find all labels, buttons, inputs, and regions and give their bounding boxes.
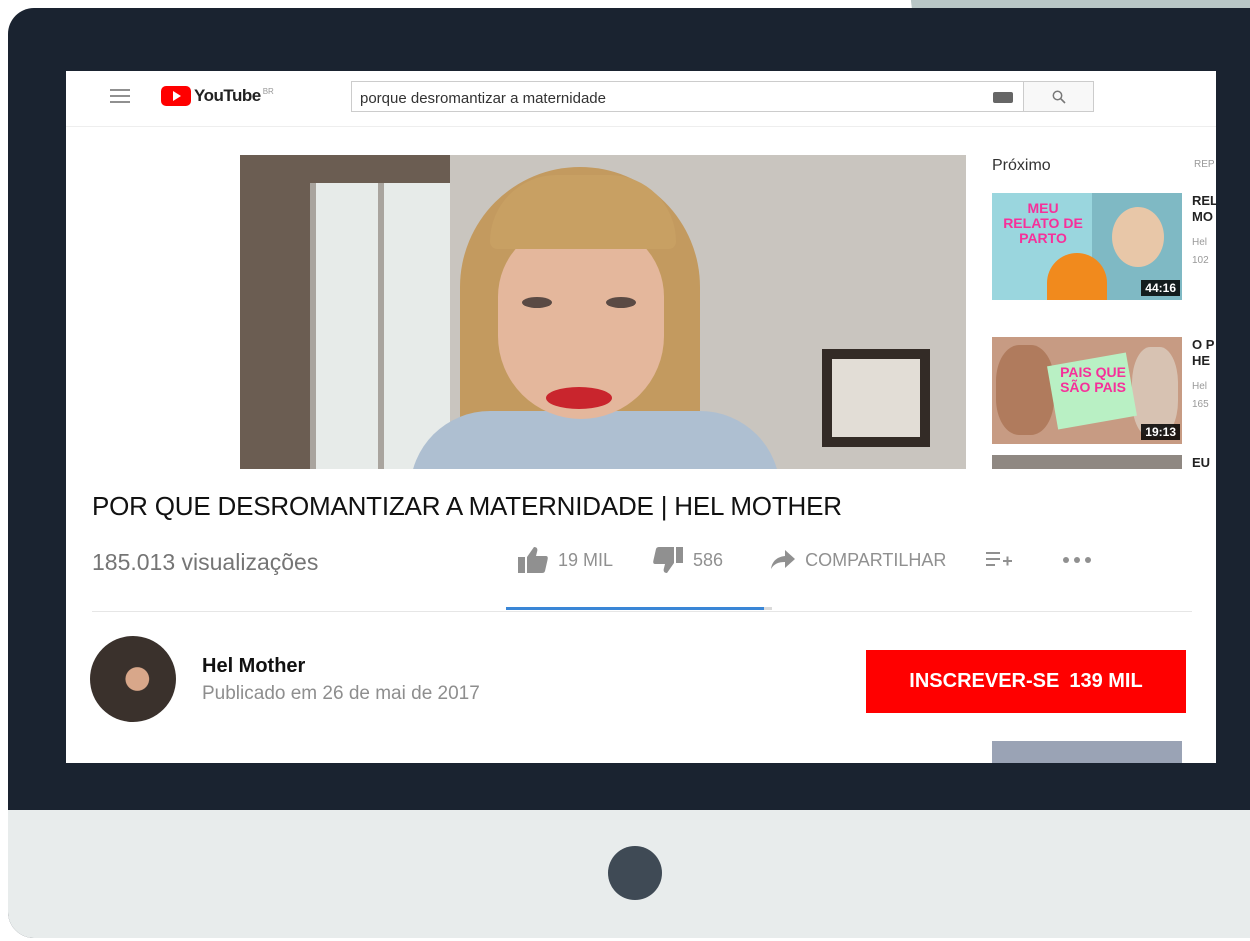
dislike-count: 586: [693, 549, 724, 570]
search-box: [351, 81, 1024, 112]
share-arrow-icon: [771, 550, 796, 569]
monitor-frame: YouTube BR porque desromantizar a matern…: [8, 8, 1250, 938]
sidebar-item-channel: Hel: [1192, 381, 1208, 392]
monitor-power-button: [608, 846, 662, 900]
sidebar-item-thumbnail[interactable]: [992, 455, 1182, 469]
hamburger-menu-icon[interactable]: [110, 89, 130, 103]
sidebar-item-thumbnail[interactable]: PAIS QUE SÃO PAIS 19:13: [992, 337, 1182, 444]
video-duration: 19:13: [1141, 424, 1180, 440]
autoplay-label: REP: [1194, 159, 1215, 170]
share-label: COMPARTILHAR: [805, 549, 947, 570]
subscribe-button[interactable]: INSCREVER-SE 139 MIL: [866, 650, 1186, 713]
play-logo-icon: [161, 86, 191, 106]
sidebar-item-thumbnail[interactable]: [992, 741, 1182, 763]
sentiment-bar: [506, 607, 772, 610]
thumbs-up-icon: [518, 547, 548, 573]
subscriber-count: 139 MIL: [1069, 670, 1143, 692]
sidebar-item-channel: Hel: [1192, 237, 1208, 248]
video-actions: 19 MIL 586 COMPARTILHAR: [518, 547, 1102, 573]
add-to-playlist-icon: [986, 552, 1013, 566]
keyboard-icon[interactable]: [993, 92, 1013, 103]
thumbnail-overlay-text: PAIS QUE SÃO PAIS: [1060, 364, 1126, 395]
screen: YouTube BR porque desromantizar a matern…: [66, 71, 1216, 763]
publish-date: Publicado em 26 de mai de 2017: [202, 683, 480, 704]
view-count: 185.013 visualizações: [92, 549, 319, 575]
like-button[interactable]: 19 MIL: [518, 547, 613, 573]
sidebar-item-title-line2[interactable]: MO: [1192, 209, 1216, 224]
sidebar-item-title[interactable]: EU: [1192, 455, 1216, 470]
logo-text: YouTube: [194, 86, 261, 105]
up-next-label: Próximo: [992, 157, 1051, 174]
sidebar-item-title[interactable]: O P: [1192, 337, 1216, 352]
sidebar-item-views: 102: [1192, 255, 1209, 266]
thumbs-down-icon: [653, 547, 684, 573]
sidebar-item-title-line2[interactable]: HE: [1192, 353, 1216, 368]
sentiment-bar-likes: [506, 607, 765, 610]
search-input[interactable]: [360, 88, 960, 108]
more-actions-button[interactable]: [1062, 556, 1102, 564]
subscribe-label: INSCREVER-SE: [909, 670, 1060, 692]
like-count: 19 MIL: [558, 549, 614, 570]
sidebar-item-views: 165: [1192, 399, 1209, 410]
share-button[interactable]: COMPARTILHAR: [771, 550, 946, 571]
more-horizontal-icon: [1063, 557, 1092, 563]
channel-avatar[interactable]: [90, 636, 176, 722]
youtube-logo[interactable]: YouTube BR: [161, 86, 274, 106]
logo-country-code: BR: [262, 86, 274, 96]
add-to-playlist-button[interactable]: [986, 550, 1022, 570]
sidebar-item-thumbnail[interactable]: MEU RELATO DE PARTO 44:16: [992, 193, 1182, 300]
video-title: POR QUE DESROMANTIZAR A MATERNIDADE | HE…: [92, 491, 842, 521]
masthead: YouTube BR: [66, 71, 1216, 127]
channel-name[interactable]: Hel Mother: [202, 655, 305, 678]
dislike-button[interactable]: 586: [653, 547, 723, 573]
search-button[interactable]: [1024, 81, 1094, 112]
divider: [92, 611, 1192, 612]
thumbnail-overlay-text: MEU RELATO DE PARTO: [1003, 200, 1083, 246]
video-duration: 44:16: [1141, 280, 1180, 296]
search-icon: [1052, 90, 1066, 104]
sidebar-item-title[interactable]: REL: [1192, 193, 1216, 208]
video-player[interactable]: [240, 155, 966, 469]
